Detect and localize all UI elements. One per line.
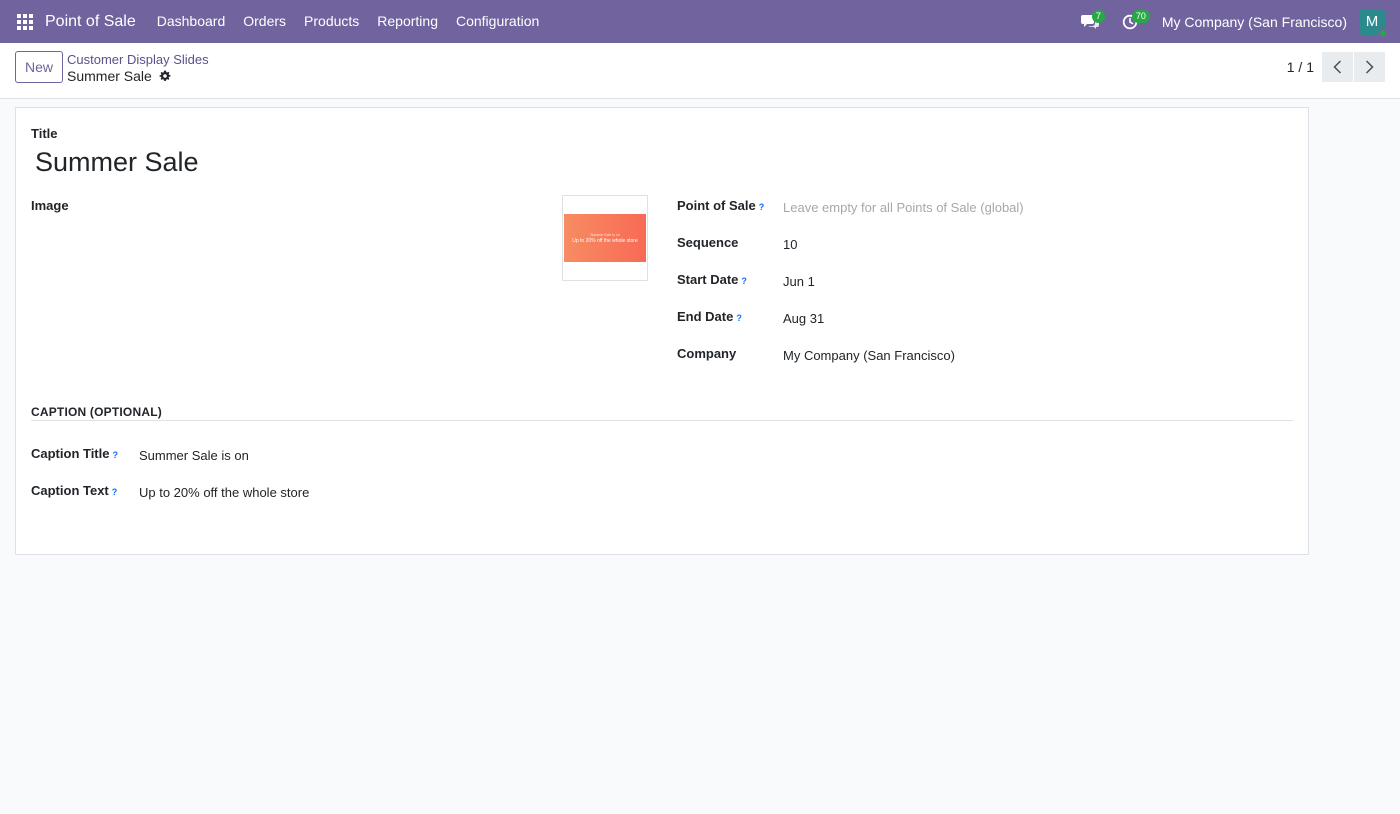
menu-dashboard[interactable]: Dashboard: [148, 0, 235, 43]
start-date-help-icon[interactable]: ?: [741, 276, 747, 286]
caption-title-label: Caption Title: [31, 446, 110, 461]
pos-field-row: Point of Sale?: [677, 198, 764, 213]
activities-count-badge: 70: [1131, 10, 1150, 23]
company-field-row: Company: [677, 346, 736, 361]
caption-text-field-row: Caption Text?: [31, 483, 117, 498]
main-menu: Dashboard Orders Products Reporting Conf…: [148, 0, 549, 43]
image-label: Image: [31, 198, 69, 213]
control-panel: New Customer Display Slides Summer Sale …: [0, 43, 1400, 99]
end-date-field-row: End Date?: [677, 309, 742, 324]
caption-text-input[interactable]: Up to 20% off the whole store: [139, 485, 309, 500]
activities-button[interactable]: 70: [1110, 0, 1150, 43]
breadcrumb: Customer Display Slides Summer Sale: [67, 52, 209, 84]
record-pager: 1 / 1: [1287, 52, 1385, 82]
caption-title-help-icon[interactable]: ?: [112, 450, 118, 460]
pager-value[interactable]: 1 / 1: [1287, 59, 1314, 75]
new-button[interactable]: New: [15, 51, 63, 83]
title-label: Title: [31, 126, 58, 141]
pos-label: Point of Sale: [677, 198, 756, 213]
title-input[interactable]: Summer Sale: [35, 147, 199, 178]
end-date-input[interactable]: Aug 31: [783, 311, 824, 326]
breadcrumb-current-label: Summer Sale: [67, 68, 152, 84]
systray: 7 70 My Company (San Francisco) M: [1070, 0, 1400, 43]
caption-text-label: Caption Text: [31, 483, 109, 498]
caption-title-input[interactable]: Summer Sale is on: [139, 448, 249, 463]
menu-orders[interactable]: Orders: [234, 0, 295, 43]
caption-text-help-icon[interactable]: ?: [112, 487, 118, 497]
pager-previous-button[interactable]: [1322, 52, 1353, 82]
company-label: Company: [677, 346, 737, 361]
slide-image[interactable]: Summer Sale is on Up to 20% off the whol…: [562, 195, 648, 281]
avatar-initial: M: [1365, 13, 1379, 30]
chevron-right-icon: [1365, 60, 1374, 74]
slide-image-preview: Summer Sale is on Up to 20% off the whol…: [564, 214, 646, 262]
start-date-field-row: Start Date?: [677, 272, 747, 287]
breadcrumb-current: Summer Sale: [67, 68, 209, 84]
top-navbar: Point of Sale Dashboard Orders Products …: [0, 0, 1400, 43]
start-date-input[interactable]: Jun 1: [783, 274, 815, 289]
end-date-label: End Date: [677, 309, 734, 324]
chevron-left-icon: [1333, 60, 1342, 74]
menu-reporting[interactable]: Reporting: [368, 0, 447, 43]
messages-button[interactable]: 7: [1070, 0, 1110, 43]
user-avatar[interactable]: M: [1359, 8, 1388, 38]
pager-next-button[interactable]: [1354, 52, 1385, 82]
pos-help-icon[interactable]: ?: [759, 202, 765, 212]
sequence-field-row: Sequence: [677, 235, 738, 250]
gear-icon[interactable]: [159, 70, 171, 82]
slide-image-small-text: Summer Sale is on: [590, 233, 620, 237]
form-sheet: Title Summer Sale Image Summer Sale is o…: [15, 107, 1309, 555]
sequence-input[interactable]: 10: [783, 237, 797, 252]
online-status-dot: [1378, 27, 1388, 38]
caption-section-title: CAPTION (OPTIONAL): [31, 405, 162, 419]
breadcrumb-parent-link[interactable]: Customer Display Slides: [67, 52, 209, 67]
pos-input[interactable]: Leave empty for all Points of Sale (glob…: [783, 200, 1024, 215]
start-date-label: Start Date: [677, 272, 739, 287]
slide-image-text: Up to 20% off the whole store: [572, 238, 638, 244]
caption-title-field-row: Caption Title?: [31, 446, 118, 461]
messages-count-badge: 7: [1091, 10, 1105, 23]
end-date-help-icon[interactable]: ?: [736, 313, 742, 323]
apps-grid-icon: [17, 13, 33, 30]
menu-products[interactable]: Products: [295, 0, 368, 43]
sequence-label: Sequence: [677, 235, 739, 250]
company-input[interactable]: My Company (San Francisco): [783, 348, 955, 363]
caption-section-divider: [31, 420, 1293, 421]
app-title[interactable]: Point of Sale: [45, 13, 136, 31]
company-switcher[interactable]: My Company (San Francisco): [1162, 14, 1347, 30]
app-menu-button[interactable]: [0, 0, 50, 43]
menu-configuration[interactable]: Configuration: [447, 0, 548, 43]
